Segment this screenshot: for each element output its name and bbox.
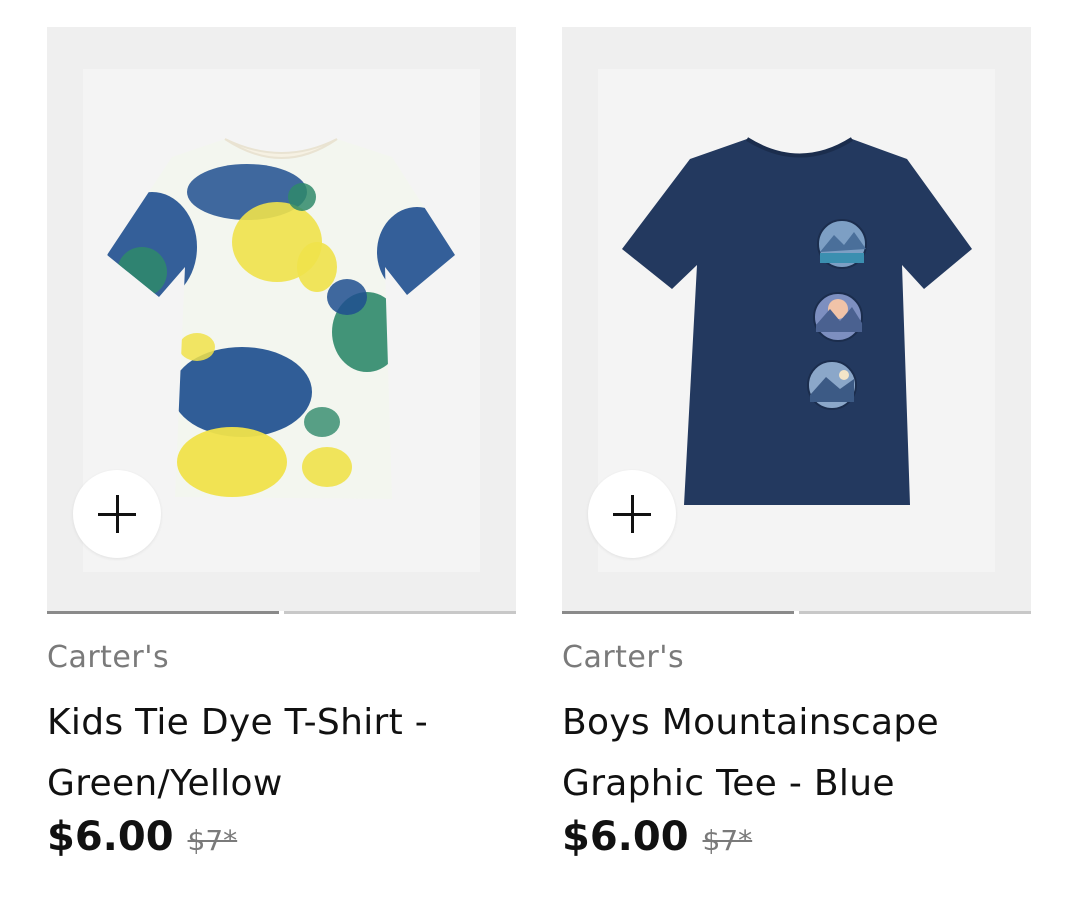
product-title[interactable]: Boys Mountainscape Graphic Tee - Blue	[562, 692, 1031, 814]
original-price: $7*	[187, 824, 238, 857]
plus-icon	[98, 495, 136, 533]
original-price: $7*	[702, 824, 753, 857]
add-to-cart-button[interactable]	[73, 470, 161, 558]
product-image[interactable]	[562, 27, 1031, 611]
product-card[interactable]: Carter's Boys Mountainscape Graphic Tee …	[562, 27, 1031, 862]
plus-icon	[613, 495, 651, 533]
carousel-dot[interactable]	[284, 611, 516, 614]
carousel-indicator	[562, 611, 1031, 614]
sale-price: $6.00	[47, 814, 174, 860]
carousel-indicator	[47, 611, 516, 614]
product-brand: Carter's	[47, 640, 170, 675]
product-card[interactable]: Carter's Kids Tie Dye T-Shirt - Green/Ye…	[47, 27, 516, 862]
sale-price: $6.00	[562, 814, 689, 860]
price-row: $6.00 $7*	[47, 812, 516, 862]
add-to-cart-button[interactable]	[588, 470, 676, 558]
carousel-dot-active[interactable]	[562, 611, 794, 614]
product-title[interactable]: Kids Tie Dye T-Shirt - Green/Yellow	[47, 692, 516, 814]
price-row: $6.00 $7*	[562, 812, 1031, 862]
product-brand: Carter's	[562, 640, 685, 675]
carousel-dot[interactable]	[799, 611, 1031, 614]
product-image[interactable]	[47, 27, 516, 611]
product-grid: Carter's Kids Tie Dye T-Shirt - Green/Ye…	[0, 0, 1077, 900]
carousel-dot-active[interactable]	[47, 611, 279, 614]
